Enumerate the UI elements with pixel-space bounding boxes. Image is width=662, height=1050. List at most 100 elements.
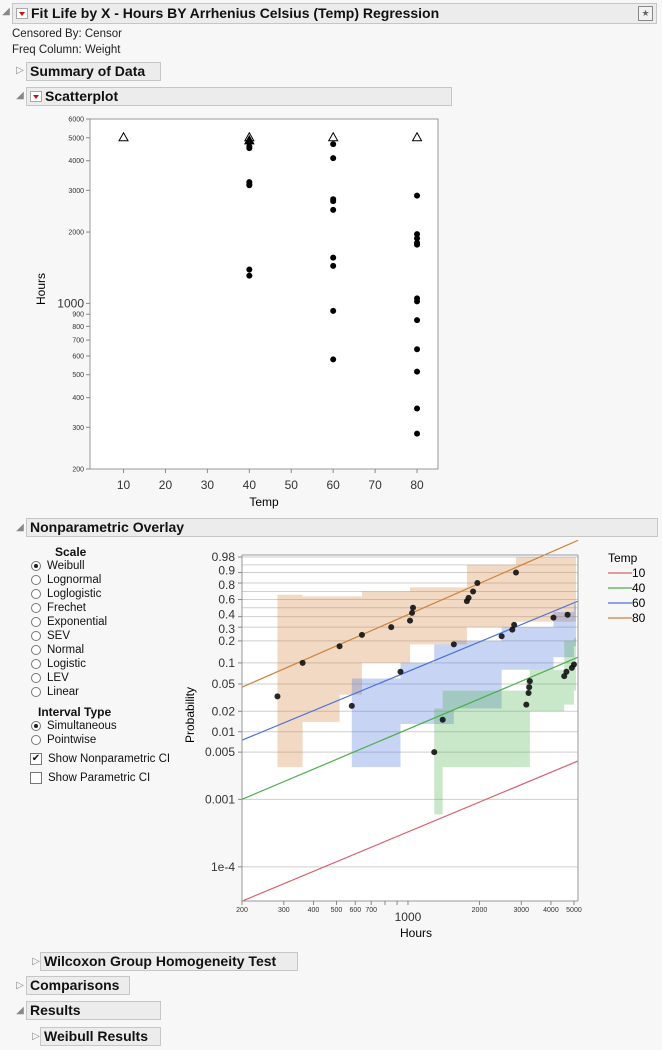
y-axis-label: Probability (183, 687, 197, 743)
data-point-80 (470, 588, 477, 595)
option-label: Weibull (47, 560, 85, 572)
legend-label: 80 (632, 611, 646, 625)
y-tick-label: 0.02 (212, 704, 236, 718)
data-point-40 (526, 684, 533, 691)
interval-option-pointwise[interactable]: Pointwise (31, 733, 96, 747)
scale-option-sev[interactable]: SEV (31, 629, 70, 643)
x-axis-label: Temp (249, 495, 279, 509)
radio-icon[interactable] (31, 631, 41, 641)
radio-icon[interactable] (31, 659, 41, 669)
y-tick-label: 800 (72, 324, 84, 331)
y-tick-label: 0.1 (218, 656, 235, 670)
y-tick-label: 0.4 (218, 608, 235, 622)
radio-icon[interactable] (31, 687, 41, 697)
failure-point (330, 155, 337, 162)
data-point-80 (358, 631, 365, 638)
scatterplot-header[interactable]: Scatterplot (26, 87, 452, 106)
summary-of-data-header[interactable]: Summary of Data (26, 62, 161, 81)
scatterplot-red-triangle-menu-icon[interactable] (30, 91, 42, 102)
radio-icon[interactable] (31, 589, 41, 599)
failure-point (246, 182, 253, 189)
failure-point (414, 192, 421, 199)
data-point-40 (525, 690, 532, 697)
x-tick-label: 10 (117, 478, 131, 492)
checkbox-show-parametric-ci[interactable]: Show Parametric CI (30, 771, 150, 785)
x-tick-label: 40 (243, 478, 257, 492)
interval-option-simultaneous[interactable]: Simultaneous (31, 719, 117, 733)
y-tick-label: 0.2 (218, 634, 235, 648)
x-tick-label: 20 (159, 478, 173, 492)
y-tick-label: 900 (72, 312, 84, 319)
weibull-results-header[interactable]: Weibull Results (40, 1027, 161, 1046)
x-tick-label: 3000 (513, 907, 529, 914)
checkbox-icon[interactable] (30, 772, 42, 784)
radio-selected-icon[interactable] (31, 721, 41, 731)
scale-option-frechet[interactable]: Frechet (31, 601, 86, 615)
failure-point (330, 307, 337, 314)
option-label: Normal (47, 644, 85, 656)
legend-title: Temp (608, 551, 638, 565)
report-red-triangle-menu-icon[interactable] (16, 8, 28, 19)
failure-point (414, 241, 421, 248)
weibull-results-title: Weibull Results (44, 1028, 148, 1044)
y-tick-label: 0.8 (218, 578, 235, 592)
x-tick-label: 400 (308, 907, 320, 914)
scatterplot-disclosure-icon[interactable]: ◢ (15, 91, 25, 101)
data-point-40 (563, 668, 570, 675)
scale-option-normal[interactable]: Normal (31, 643, 84, 657)
x-tick-label: 50 (285, 478, 299, 492)
data-point-80 (465, 594, 472, 601)
y-tick-label: 200 (72, 467, 84, 474)
failure-point (330, 141, 337, 148)
option-label: SEV (47, 630, 71, 642)
radio-icon[interactable] (31, 645, 41, 655)
x-tick-label: 2000 (472, 907, 488, 914)
results-header[interactable]: Results (26, 1001, 161, 1020)
failure-point (414, 298, 421, 305)
report-options-icon[interactable]: ★ (638, 6, 653, 21)
report-disclosure-icon[interactable]: ◢ (1, 7, 11, 17)
data-point-60 (348, 702, 355, 709)
data-point-80 (409, 609, 416, 616)
legend-label: 40 (632, 581, 646, 595)
scale-option-weibull[interactable]: Weibull (31, 559, 85, 573)
wilcoxon-header[interactable]: Wilcoxon Group Homogeneity Test (40, 952, 298, 971)
data-point-60 (511, 621, 518, 628)
checkbox-checked-icon[interactable]: ✔ (30, 753, 42, 765)
comparisons-disclosure-icon[interactable]: ▷ (15, 981, 25, 991)
x-tick-label: 4000 (543, 907, 559, 914)
y-tick-label: 0.05 (212, 677, 236, 691)
scale-option-lognormal[interactable]: Lognormal (31, 573, 101, 587)
scale-option-linear[interactable]: Linear (31, 685, 79, 699)
nonparametric-overlay-header[interactable]: Nonparametric Overlay (26, 518, 658, 537)
radio-icon[interactable] (31, 617, 41, 627)
y-tick-label: 0.005 (205, 745, 235, 759)
data-point-40 (570, 661, 577, 668)
radio-icon[interactable] (31, 603, 41, 613)
radio-icon[interactable] (31, 575, 41, 585)
failure-point (246, 266, 253, 273)
option-label: Show Nonparametric CI (48, 753, 171, 765)
data-point-60 (550, 614, 557, 621)
comparisons-header[interactable]: Comparisons (26, 976, 130, 995)
checkbox-show-nonparametric-ci[interactable]: ✔ Show Nonparametric CI (30, 752, 170, 766)
report-header: Fit Life by X - Hours BY Arrhenius Celsi… (12, 3, 657, 24)
radio-icon[interactable] (31, 735, 41, 745)
radio-icon[interactable] (31, 673, 41, 683)
interval-type-label: Interval Type (38, 705, 112, 719)
results-disclosure-icon[interactable]: ◢ (15, 1006, 25, 1016)
x-tick-label: 300 (278, 907, 290, 914)
summary-disclosure-icon[interactable]: ▷ (15, 66, 25, 76)
scale-option-loglogistic[interactable]: Loglogistic (31, 587, 101, 601)
scale-option-lev[interactable]: LEV (31, 671, 69, 685)
comparisons-title: Comparisons (30, 977, 120, 993)
radio-selected-icon[interactable] (31, 561, 41, 571)
y-tick-label: 4000 (68, 158, 84, 165)
scale-option-logistic[interactable]: Logistic (31, 657, 86, 671)
data-point-80 (299, 659, 306, 666)
overlay-disclosure-icon[interactable]: ◢ (15, 523, 25, 533)
failure-point (330, 206, 337, 213)
wilcoxon-title: Wilcoxon Group Homogeneity Test (44, 953, 277, 969)
data-point-60 (397, 668, 404, 675)
scale-option-exponential[interactable]: Exponential (31, 615, 107, 629)
